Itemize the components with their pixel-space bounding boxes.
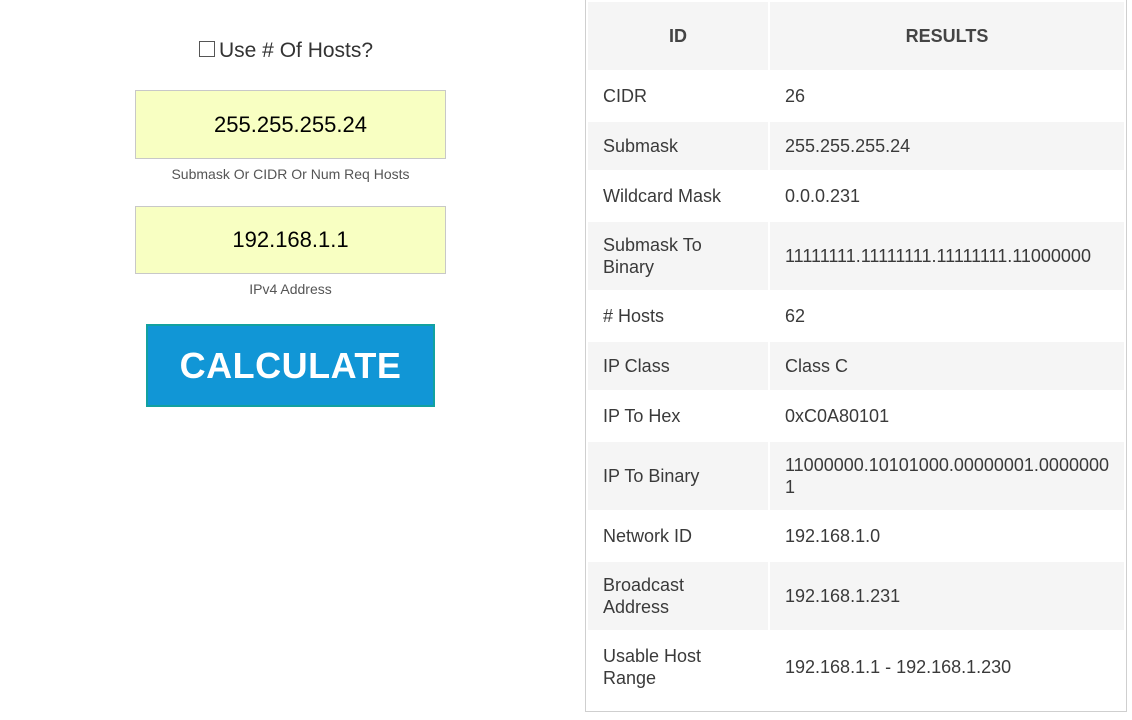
row-value: 0.0.0.231 (770, 172, 1124, 220)
table-row: Usable Host Range 192.168.1.1 - 192.168.… (588, 632, 1124, 702)
row-id: Wildcard Mask (588, 172, 768, 220)
row-value: 192.168.1.231 (770, 562, 1124, 630)
table-row: # Hosts 62 (588, 292, 1124, 340)
results-table: ID RESULTS CIDR 26 Submask 255.255.255.2… (586, 0, 1126, 704)
row-value: 192.168.1.1 - 192.168.1.230 (770, 632, 1124, 702)
submask-caption: Submask Or CIDR Or Num Req Hosts (171, 166, 410, 182)
row-value: 255.255.255.24 (770, 122, 1124, 170)
header-id: ID (588, 2, 768, 70)
table-row: IP To Binary 11000000.10101000.00000001.… (588, 442, 1124, 510)
table-row: Network ID 192.168.1.0 (588, 512, 1124, 560)
table-row: Broadcast Address 192.168.1.231 (588, 562, 1124, 630)
table-row: IP Class Class C (588, 342, 1124, 390)
table-row: Submask 255.255.255.24 (588, 122, 1124, 170)
use-hosts-row[interactable]: Use # Of Hosts? (199, 38, 373, 64)
row-value: Class C (770, 342, 1124, 390)
table-row: Submask To Binary 11111111.11111111.1111… (588, 222, 1124, 290)
row-id: Network ID (588, 512, 768, 560)
use-hosts-checkbox[interactable] (199, 41, 215, 57)
row-value: 26 (770, 72, 1124, 120)
row-value: 0xC0A80101 (770, 392, 1124, 440)
row-id: Submask (588, 122, 768, 170)
results-header-row: ID RESULTS (588, 2, 1124, 70)
row-value: 11111111.11111111.11111111.11000000 (770, 222, 1124, 290)
table-row: CIDR 26 (588, 72, 1124, 120)
header-results: RESULTS (770, 2, 1124, 70)
row-value: 11000000.10101000.00000001.00000001 (770, 442, 1124, 510)
calculator-form: Use # Of Hosts? 255.255.255.24 Submask O… (0, 0, 580, 720)
row-value: 62 (770, 292, 1124, 340)
ip-address-input[interactable]: 192.168.1.1 (135, 206, 446, 274)
row-value: 192.168.1.0 (770, 512, 1124, 560)
use-hosts-label[interactable]: Use # Of Hosts? (219, 39, 373, 63)
table-row: IP To Hex 0xC0A80101 (588, 392, 1124, 440)
calculate-button[interactable]: CALCULATE (146, 324, 435, 407)
table-row: Wildcard Mask 0.0.0.231 (588, 172, 1124, 220)
ip-address-caption: IPv4 Address (249, 281, 332, 297)
row-id: CIDR (588, 72, 768, 120)
row-id: IP To Hex (588, 392, 768, 440)
row-id: Submask To Binary (588, 222, 768, 290)
row-id: Broadcast Address (588, 562, 768, 630)
row-id: IP To Binary (588, 442, 768, 510)
row-id: IP Class (588, 342, 768, 390)
results-panel: ID RESULTS CIDR 26 Submask 255.255.255.2… (585, 0, 1127, 712)
row-id: # Hosts (588, 292, 768, 340)
row-id: Usable Host Range (588, 632, 768, 702)
submask-input[interactable]: 255.255.255.24 (135, 90, 446, 159)
